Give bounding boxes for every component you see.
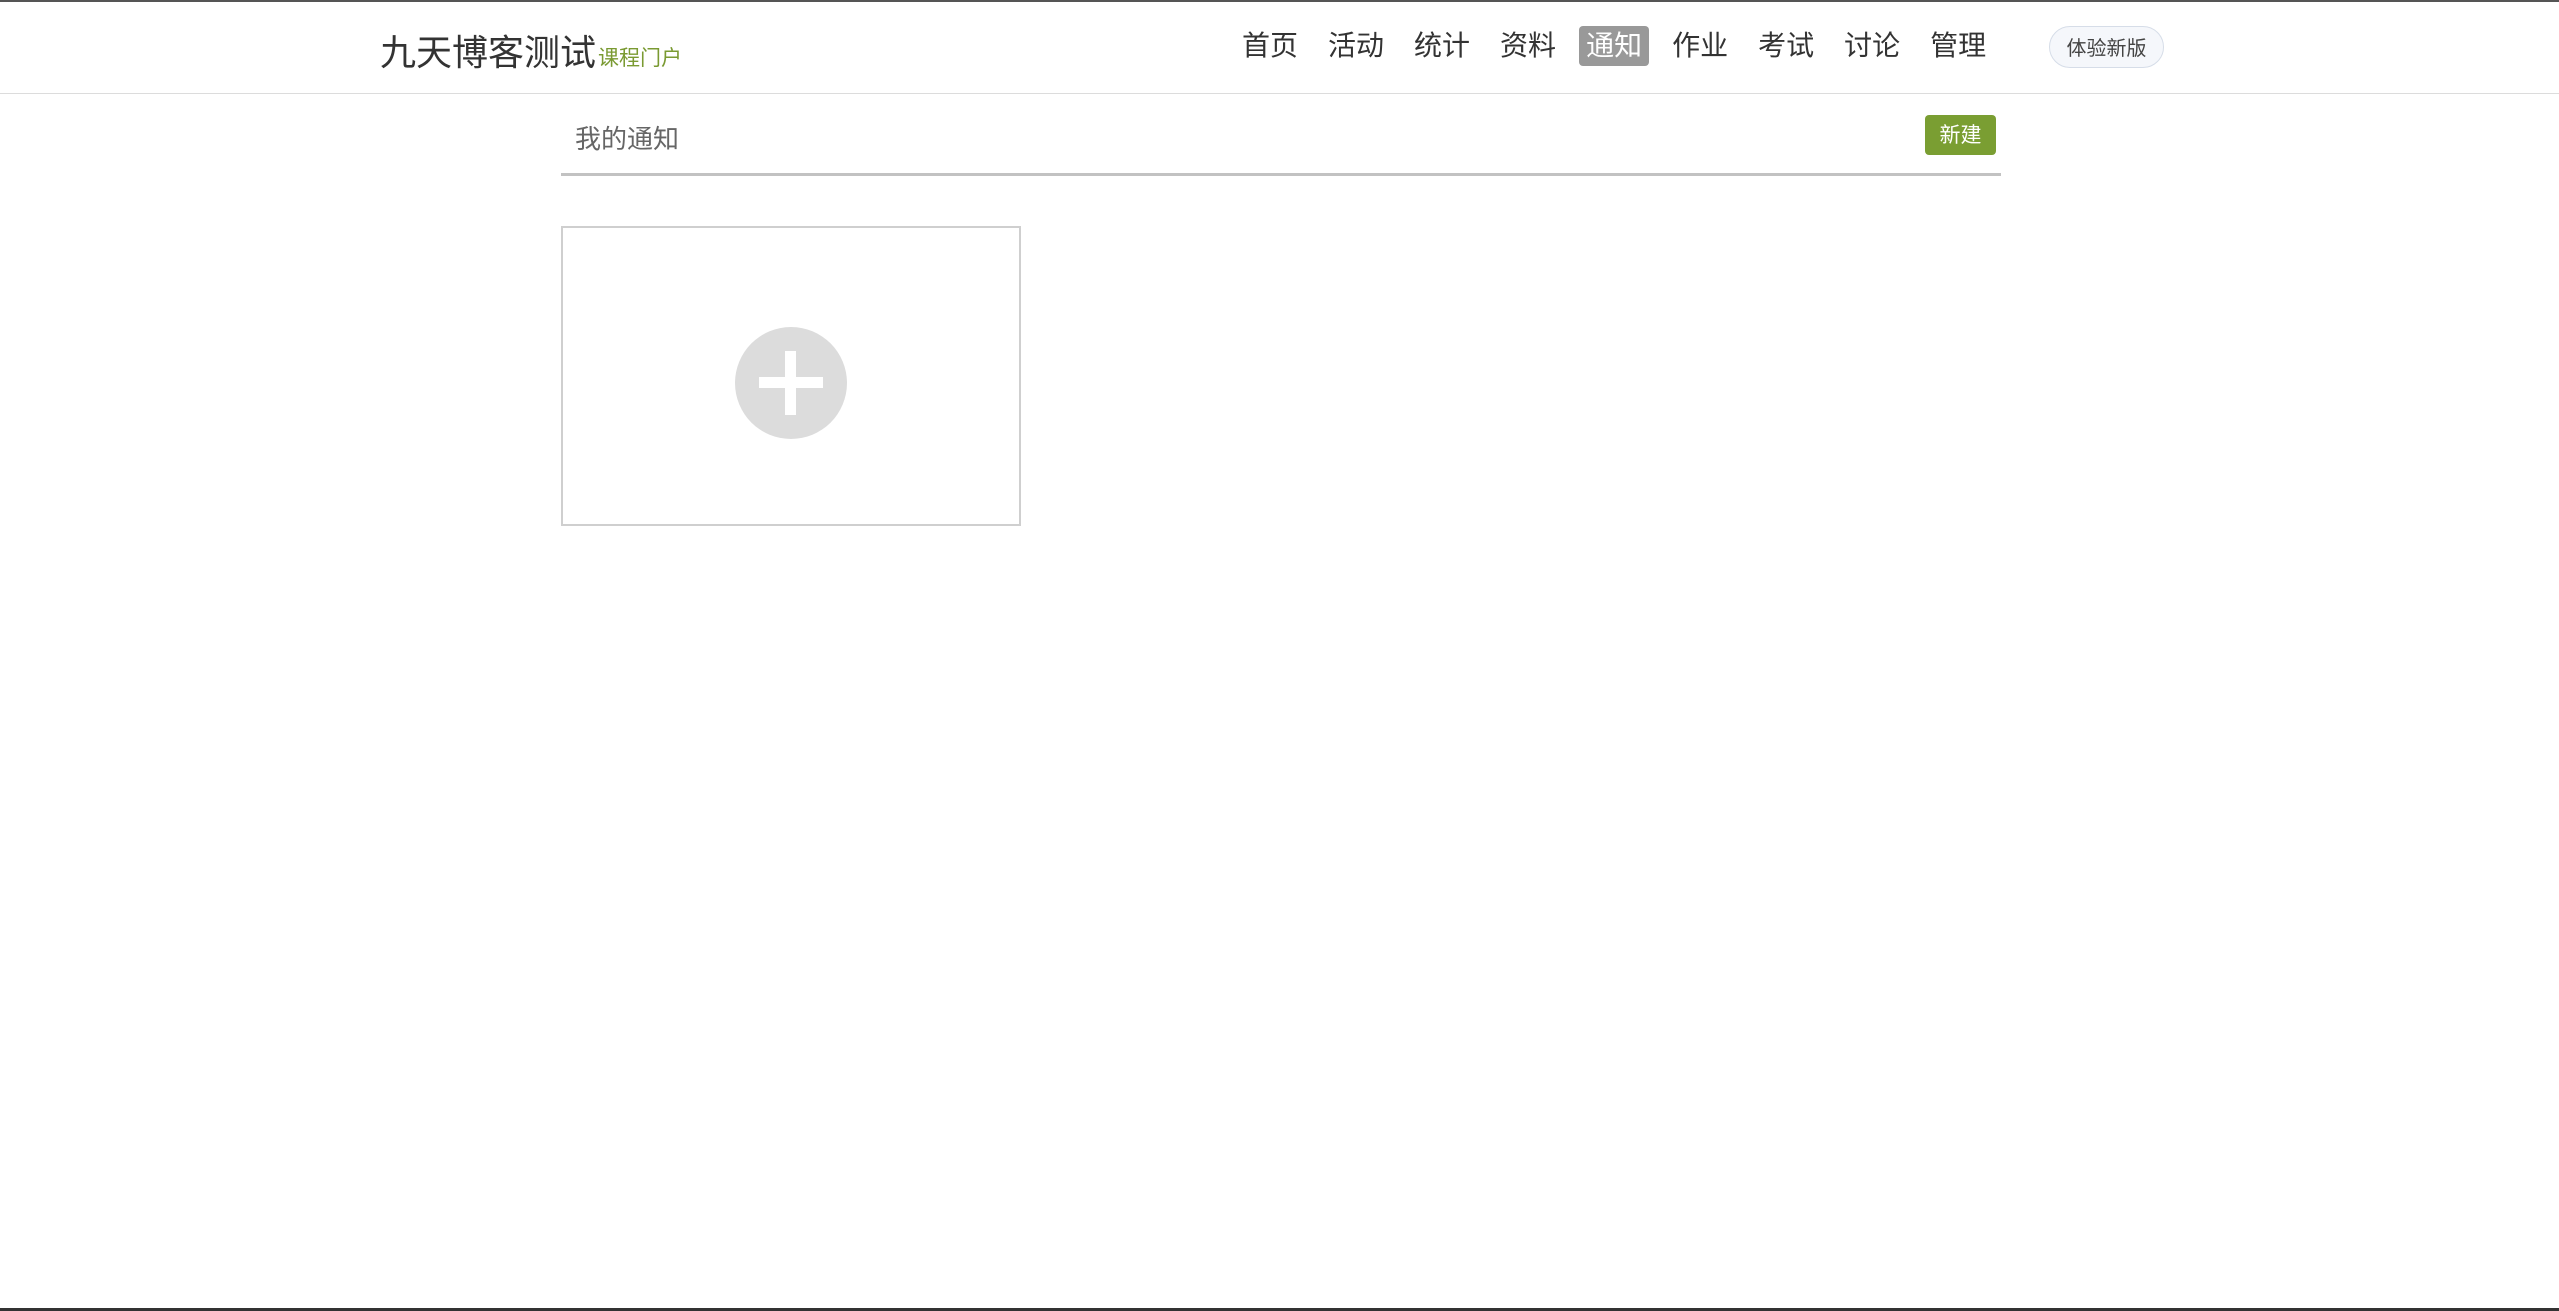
brand-title[interactable]: 九天博客测试 — [380, 33, 596, 74]
nav-item-homework[interactable]: 作业 — [1665, 26, 1735, 66]
nav-item-manage[interactable]: 管理 — [1923, 26, 1993, 66]
try-new-version-button[interactable]: 体验新版 — [2049, 26, 2164, 68]
nav-item-home[interactable]: 首页 — [1235, 26, 1305, 66]
brand-subtitle[interactable]: 课程门户 — [598, 46, 682, 70]
section-header: 我的通知 新建 — [561, 105, 2001, 176]
nav-item-notices[interactable]: 通知 — [1579, 26, 1650, 66]
top-header: 九天博客测试课程门户 首页 活动 统计 资料 通知 作业 考试 讨论 管理 体验… — [0, 2, 2559, 94]
page-frame: 九天博客测试课程门户 首页 活动 统计 资料 通知 作业 考试 讨论 管理 体验… — [0, 0, 2559, 1311]
main-nav: 首页 活动 统计 资料 通知 作业 考试 讨论 管理 — [1235, 24, 2009, 68]
new-notice-button[interactable]: 新建 — [1925, 115, 1996, 155]
nav-item-materials[interactable]: 资料 — [1493, 26, 1563, 66]
add-notice-card[interactable] — [561, 226, 1021, 526]
nav-item-discussion[interactable]: 讨论 — [1837, 26, 1907, 66]
plus-circle-icon[interactable] — [735, 327, 847, 439]
nav-item-activities[interactable]: 活动 — [1321, 26, 1391, 66]
nav-item-exams[interactable]: 考试 — [1751, 26, 1821, 66]
nav-item-statistics[interactable]: 统计 — [1407, 26, 1477, 66]
plus-vertical-bar — [785, 351, 796, 415]
brand[interactable]: 九天博客测试课程门户 — [380, 24, 682, 76]
section-title: 我的通知 — [575, 125, 680, 155]
